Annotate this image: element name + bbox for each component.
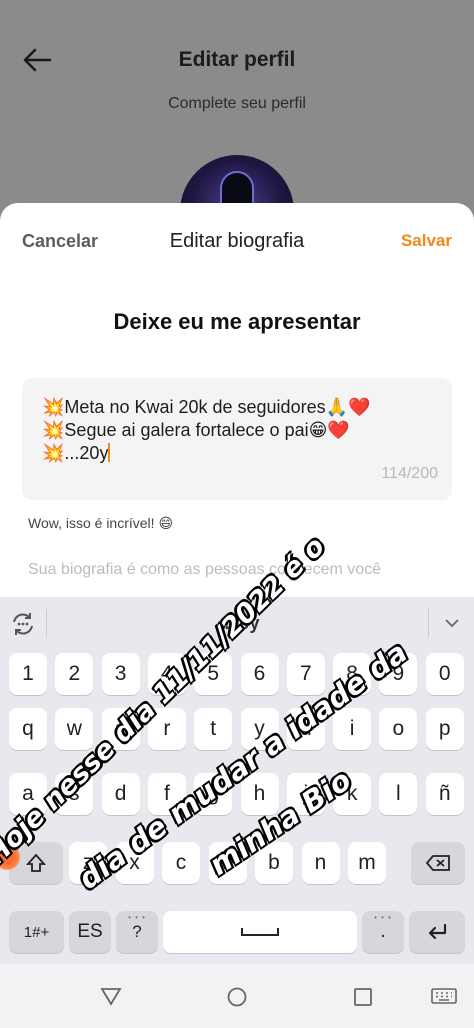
key-m[interactable]: m xyxy=(348,842,386,884)
bio-line: 💥Segue ai galera fortalece o pai😁❤️ xyxy=(42,420,350,440)
key-p[interactable]: p xyxy=(425,708,464,750)
key-d[interactable]: d xyxy=(101,773,140,815)
key-f[interactable]: f xyxy=(147,773,186,815)
bio-line: 💥...20y xyxy=(42,443,111,463)
key-r[interactable]: r xyxy=(147,708,186,750)
key-8[interactable]: 8 xyxy=(333,653,372,695)
key-ñ[interactable]: ñ xyxy=(425,773,464,815)
key-3[interactable]: 3 xyxy=(101,653,140,695)
key-2[interactable]: 2 xyxy=(55,653,94,695)
space-key[interactable] xyxy=(163,911,357,953)
bio-hint: Sua biografia é como as pessoas conhecem… xyxy=(28,561,382,578)
key-z[interactable]: z xyxy=(69,842,107,884)
enter-icon xyxy=(428,923,447,940)
key-a[interactable]: a xyxy=(9,773,47,815)
page-subtitle: Complete seu perfil xyxy=(168,95,306,112)
key-e[interactable]: e xyxy=(101,708,140,750)
bio-comment: Wow, isso é incrível! 😄 xyxy=(28,515,174,531)
bio-textarea[interactable]: 💥Meta no Kwai 20k de seguidores🙏❤️ 💥Segu… xyxy=(22,378,452,500)
key-6[interactable]: 6 xyxy=(240,653,279,695)
key-x[interactable]: x xyxy=(115,842,154,884)
bio-line: 💥Meta no Kwai 20k de seguidores🙏❤️ xyxy=(42,397,371,417)
key-o[interactable]: o xyxy=(379,708,418,750)
space-icon xyxy=(241,928,279,936)
keyboard: ...20y 1234567890 qwertyuiop asdfghjklñ zxc… xyxy=(0,597,474,964)
sheet-heading: Deixe eu me apresentar xyxy=(113,309,361,334)
key-9[interactable]: 9 xyxy=(379,653,418,695)
key-5[interactable]: 5 xyxy=(194,653,233,695)
shift-icon xyxy=(25,853,47,872)
system-nav-bar xyxy=(0,964,474,1028)
key-u[interactable]: u xyxy=(286,708,325,750)
keyboard-icon[interactable] xyxy=(430,986,458,1008)
shift-key[interactable] xyxy=(9,842,63,884)
back-triangle-icon[interactable] xyxy=(100,986,122,1006)
language-key[interactable]: ES xyxy=(69,911,111,953)
save-button[interactable]: Salvar xyxy=(401,231,452,251)
edit-bio-sheet: Cancelar Editar biografia Salvar Deixe e… xyxy=(0,203,474,603)
key-4[interactable]: 4 xyxy=(147,653,186,695)
page-title: Editar perfil xyxy=(178,48,296,71)
cancel-button[interactable]: Cancelar xyxy=(22,231,98,252)
key-s[interactable]: s xyxy=(55,773,94,815)
key-g[interactable]: g xyxy=(194,773,233,815)
explosion-emoji-icon: 💥 xyxy=(42,397,65,417)
key-n[interactable]: n xyxy=(301,842,340,884)
key-t[interactable]: t xyxy=(194,708,233,750)
key-k[interactable]: k xyxy=(333,773,372,815)
symbols-key[interactable]: 1#+ xyxy=(9,911,64,953)
key-j[interactable]: j xyxy=(286,773,325,815)
suggestion-bar: ...20y xyxy=(0,597,474,649)
question-key[interactable]: • • •? xyxy=(116,911,158,953)
explosion-emoji-icon: 💥 xyxy=(42,443,65,463)
key-h[interactable]: h xyxy=(240,773,279,815)
key-q[interactable]: q xyxy=(9,708,47,750)
backspace-icon xyxy=(425,855,450,871)
enter-key[interactable] xyxy=(409,911,465,953)
key-v[interactable]: v xyxy=(208,842,247,884)
recents-square-icon[interactable] xyxy=(352,986,374,1008)
chevron-down-icon[interactable] xyxy=(444,615,460,631)
key-l[interactable]: l xyxy=(379,773,418,815)
key-7[interactable]: 7 xyxy=(286,653,325,695)
backspace-key[interactable] xyxy=(411,842,465,884)
key-y[interactable]: y xyxy=(240,708,279,750)
key-b[interactable]: b xyxy=(255,842,293,884)
period-key[interactable]: • • •. xyxy=(362,911,404,953)
key-c[interactable]: c xyxy=(162,842,200,884)
key-0[interactable]: 0 xyxy=(425,653,464,695)
explosion-emoji-icon: 💥 xyxy=(42,420,65,440)
home-circle-icon[interactable] xyxy=(226,986,248,1008)
word-suggestion[interactable]: ...20y xyxy=(0,613,474,634)
text-cursor xyxy=(108,443,111,462)
key-1[interactable]: 1 xyxy=(9,653,47,695)
key-w[interactable]: w xyxy=(55,708,94,750)
key-i[interactable]: i xyxy=(333,708,372,750)
character-counter: 114/200 xyxy=(381,465,438,482)
